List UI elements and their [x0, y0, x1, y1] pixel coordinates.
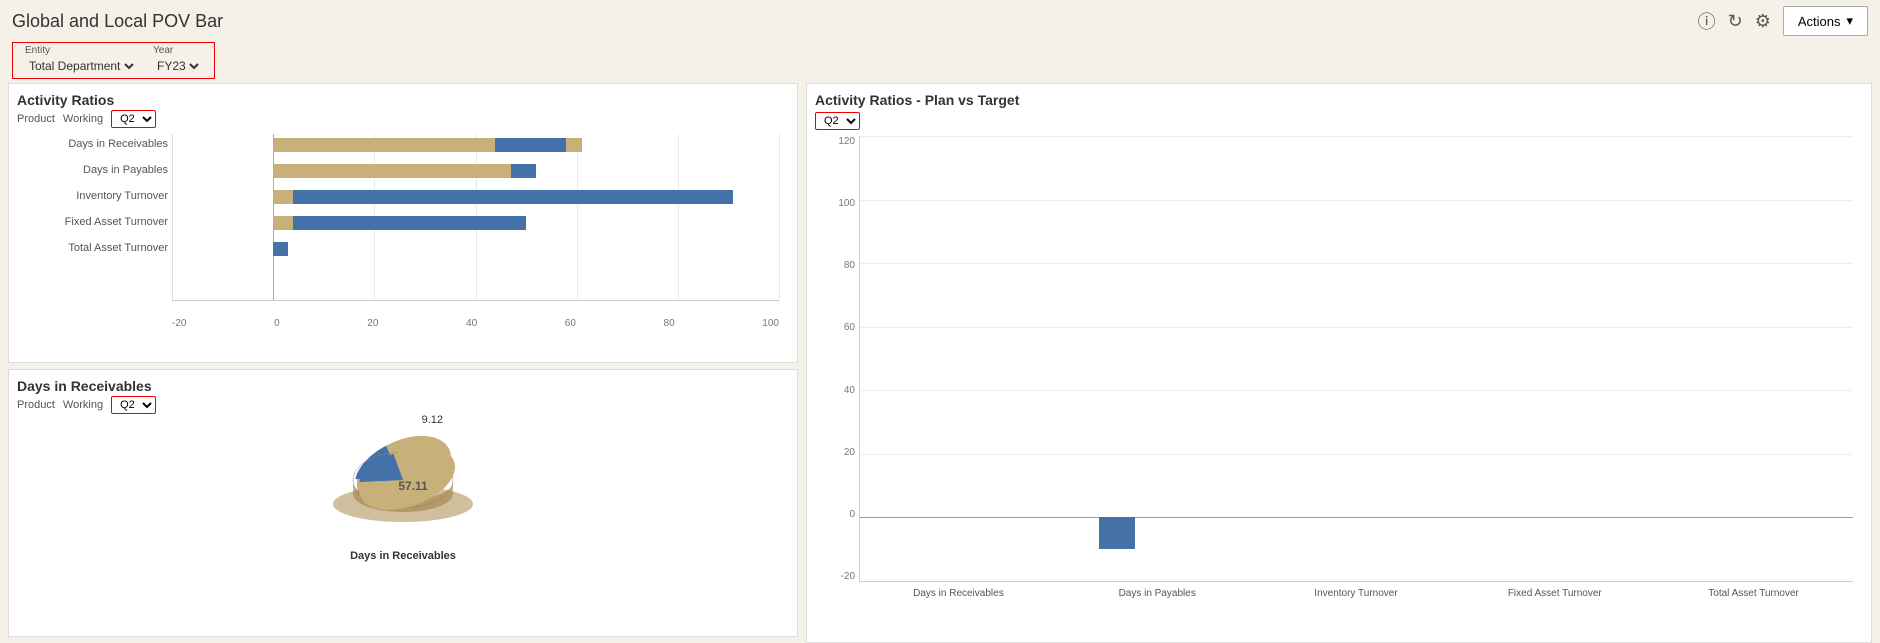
y-label-0: 0	[849, 509, 855, 520]
actions-chevron-icon: ▾	[1846, 13, 1853, 29]
year-filter: Year FY21 FY22 FY23 FY24	[153, 45, 202, 74]
right-panel: Activity Ratios - Plan vs Target Q1 Q2 Q…	[806, 83, 1872, 643]
grid-20	[860, 454, 1853, 455]
y-label-80: 80	[844, 260, 855, 271]
days-receivables-subtitle: Product Working Q1 Q2 Q3 Q4	[17, 396, 789, 414]
bar-fixed-blue	[293, 216, 526, 230]
refresh-icon[interactable]: ↻	[1728, 11, 1743, 32]
grid-80	[678, 134, 679, 300]
pie-product-label: Product	[17, 399, 55, 411]
pie-svg: 57.11	[303, 422, 503, 532]
activity-quarter-select[interactable]: Q1 Q2 Q3 Q4	[111, 110, 156, 128]
grid-40	[860, 390, 1853, 391]
filter-bar: Entity Total Department Year FY21 FY22 F…	[12, 42, 215, 79]
year-select[interactable]: FY21 FY22 FY23 FY24	[153, 58, 202, 74]
grid-120	[860, 136, 1853, 137]
plan-subtitle: Q1 Q2 Q3 Q4	[815, 112, 1863, 130]
activity-working-label: Working	[63, 113, 103, 125]
label-inventory-turnover: Inventory Turnover	[20, 190, 168, 202]
bar-fixed-tan	[273, 216, 293, 230]
svg-text:57.11: 57.11	[398, 479, 428, 493]
settings-icon[interactable]: ⚙	[1755, 11, 1771, 32]
main-layout: Activity Ratios Product Working Q1 Q2 Q3…	[0, 83, 1880, 643]
y-label-120: 120	[838, 136, 855, 147]
x-label-60: 60	[565, 318, 576, 329]
pie-quarter-select[interactable]: Q1 Q2 Q3 Q4	[111, 396, 156, 414]
x-label-days-receivables: Days in Receivables	[859, 584, 1058, 626]
x-axis-group-labels: Days in Receivables Days in Payables Inv…	[859, 584, 1853, 626]
pie-chart-label: Days in Receivables	[350, 550, 456, 562]
label-days-receivables: Days in Receivables	[20, 138, 168, 150]
pie-value1-label: 9.12	[422, 414, 443, 426]
bar-days-payables-tan	[273, 164, 536, 178]
x-label-100: 100	[762, 318, 779, 329]
y-label-neg20: -20	[841, 571, 855, 582]
x-axis-labels: -20 0 20 40 60 80 100	[17, 318, 779, 329]
pie-chart-wrapper: 9.12	[303, 422, 503, 542]
x-label-80: 80	[664, 318, 675, 329]
left-panel: Activity Ratios Product Working Q1 Q2 Q3…	[8, 83, 798, 643]
x-label-neg20: -20	[172, 318, 186, 329]
activity-ratios-section: Activity Ratios Product Working Q1 Q2 Q3…	[8, 83, 798, 363]
grid-neg20	[172, 134, 173, 300]
entity-select[interactable]: Total Department	[25, 58, 137, 74]
x-label-total-asset: Total Asset Turnover	[1654, 584, 1853, 626]
activity-product-label: Product	[17, 113, 55, 125]
bar-inventory-tan	[273, 190, 293, 204]
x-label-40: 40	[466, 318, 477, 329]
year-label: Year	[153, 45, 202, 56]
bar-dp-blue-neg	[1099, 517, 1135, 549]
x-label-days-payables: Days in Payables	[1058, 584, 1257, 626]
bar-days-receivables-blue	[495, 138, 566, 152]
plan-target-title: Activity Ratios - Plan vs Target	[815, 92, 1863, 108]
grid-60	[860, 327, 1853, 328]
page-title: Global and Local POV Bar	[12, 11, 223, 32]
chart-area-right	[859, 136, 1853, 582]
y-label-60: 60	[844, 322, 855, 333]
bar-total-blue	[273, 242, 288, 256]
bar-days-payables-blue	[511, 164, 536, 178]
label-days-payables: Days in Payables	[20, 164, 168, 176]
grid-80	[860, 263, 1853, 264]
x-label-inventory: Inventory Turnover	[1257, 584, 1456, 626]
activity-bar-chart: Days in Receivables Days in Payables Inv…	[17, 134, 789, 329]
y-label-20: 20	[844, 447, 855, 458]
y-label-100: 100	[838, 198, 855, 209]
plan-quarter-select[interactable]: Q1 Q2 Q3 Q4	[815, 112, 860, 130]
entity-label: Entity	[25, 45, 137, 56]
grid-100	[860, 200, 1853, 201]
header-actions: ⓘ ↻ ⚙ Actions ▾	[1698, 6, 1868, 36]
info-icon[interactable]: ⓘ	[1698, 8, 1716, 34]
grid-60	[577, 134, 578, 300]
pie-container: 9.12	[17, 422, 789, 562]
y-axis: 120 100 80 60 40 20 0 -20	[815, 136, 855, 582]
grid-zero	[860, 517, 1853, 518]
y-label-40: 40	[844, 385, 855, 396]
entity-filter: Entity Total Department	[25, 45, 137, 74]
page-container: Global and Local POV Bar ⓘ ↻ ⚙ Actions ▾…	[0, 0, 1880, 634]
days-receivables-title: Days in Receivables	[17, 378, 789, 394]
activity-ratios-title: Activity Ratios	[17, 92, 789, 108]
header: Global and Local POV Bar ⓘ ↻ ⚙ Actions ▾	[0, 0, 1880, 42]
chart-area: Days in Receivables Days in Payables Inv…	[172, 134, 779, 301]
actions-button[interactable]: Actions ▾	[1783, 6, 1868, 36]
pie-working-label: Working	[63, 399, 103, 411]
bar-inventory-blue	[293, 190, 733, 204]
grouped-bar-chart: 120 100 80 60 40 20 0 -20	[815, 136, 1863, 626]
label-total-asset: Total Asset Turnover	[20, 242, 168, 254]
grid-100	[779, 134, 780, 300]
x-label-20: 20	[367, 318, 378, 329]
actions-label: Actions	[1798, 14, 1841, 29]
label-fixed-asset: Fixed Asset Turnover	[20, 216, 168, 228]
days-receivables-section: Days in Receivables Product Working Q1 Q…	[8, 369, 798, 637]
activity-ratios-subtitle: Product Working Q1 Q2 Q3 Q4	[17, 110, 789, 128]
x-label-fixed-asset: Fixed Asset Turnover	[1455, 584, 1654, 626]
x-label-0: 0	[274, 318, 280, 329]
